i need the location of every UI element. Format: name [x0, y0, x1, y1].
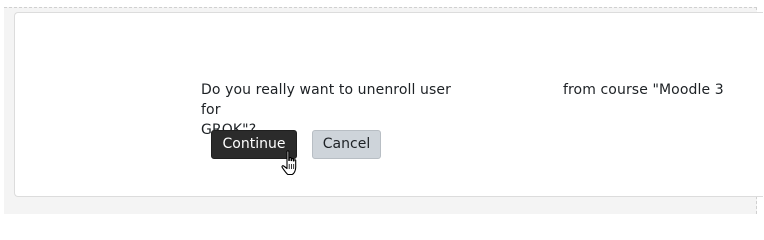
hand-pointer-icon [281, 150, 297, 176]
cancel-button[interactable]: Cancel [312, 130, 381, 159]
message-text-start: Do you really want to unenroll user [201, 82, 451, 98]
